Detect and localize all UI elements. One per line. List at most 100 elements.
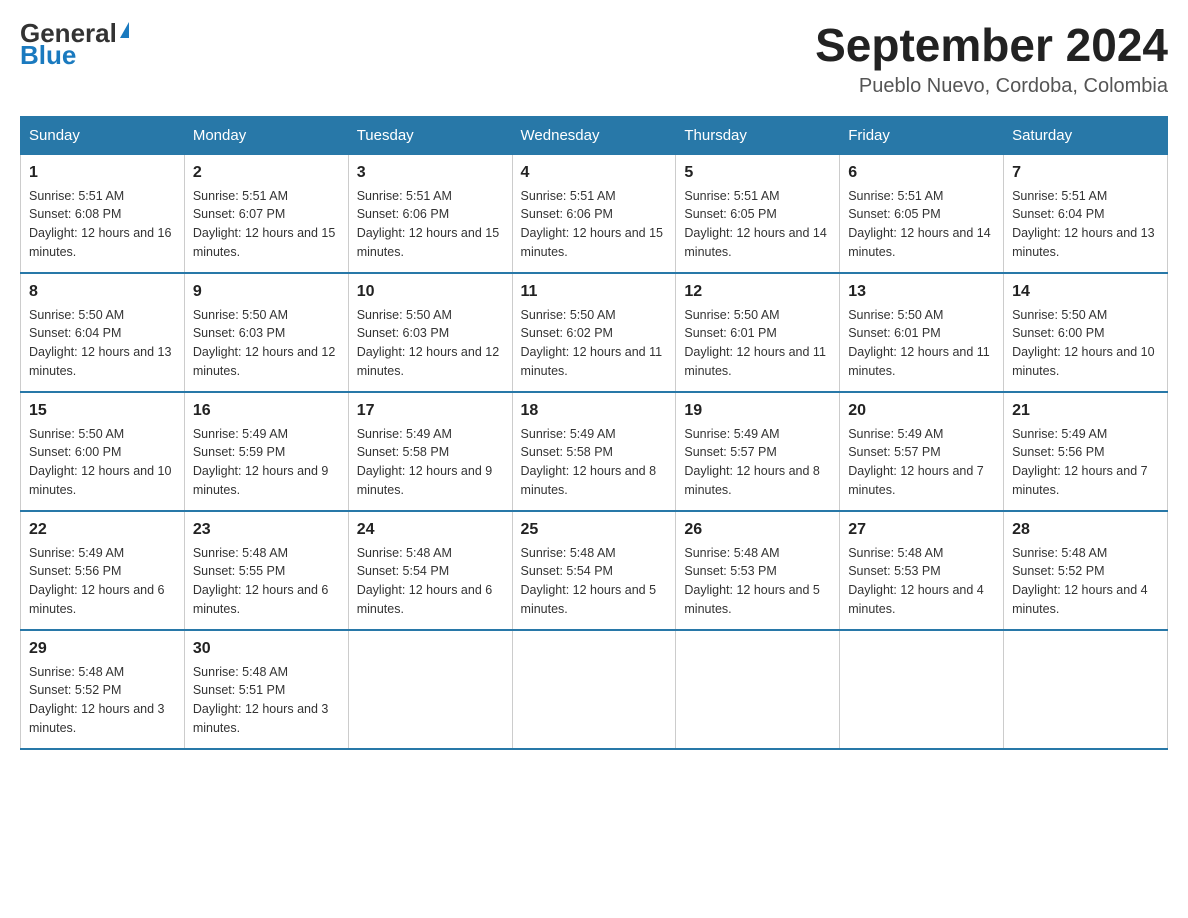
sunrise-text: Sunrise: 5:51 AM xyxy=(684,189,779,203)
sunset-text: Sunset: 5:53 PM xyxy=(848,564,940,578)
calendar-cell xyxy=(512,630,676,749)
day-number: 6 xyxy=(848,161,995,185)
day-number: 1 xyxy=(29,161,176,185)
day-number: 27 xyxy=(848,518,995,542)
sunset-text: Sunset: 5:57 PM xyxy=(684,445,776,459)
logo-blue-text: Blue xyxy=(20,42,129,68)
calendar-cell: 9Sunrise: 5:50 AMSunset: 6:03 PMDaylight… xyxy=(184,273,348,392)
calendar-cell: 27Sunrise: 5:48 AMSunset: 5:53 PMDayligh… xyxy=(840,511,1004,630)
header-sunday: Sunday xyxy=(21,116,185,154)
calendar-cell: 19Sunrise: 5:49 AMSunset: 5:57 PMDayligh… xyxy=(676,392,840,511)
sunset-text: Sunset: 6:02 PM xyxy=(521,326,613,340)
calendar-cell: 26Sunrise: 5:48 AMSunset: 5:53 PMDayligh… xyxy=(676,511,840,630)
sunset-text: Sunset: 6:05 PM xyxy=(684,207,776,221)
day-number: 29 xyxy=(29,637,176,661)
sunrise-text: Sunrise: 5:50 AM xyxy=(357,308,452,322)
calendar-body: 1 Sunrise: 5:51 AM Sunset: 6:08 PM Daylight… xyxy=(21,154,1168,749)
day-number: 9 xyxy=(193,280,340,304)
week-row: 15Sunrise: 5:50 AMSunset: 6:00 PMDayligh… xyxy=(21,392,1168,511)
week-row: 8Sunrise: 5:50 AMSunset: 6:04 PMDaylight… xyxy=(21,273,1168,392)
sunset-text: Sunset: 6:03 PM xyxy=(357,326,449,340)
daylight-text: Daylight: 12 hours and 9 minutes. xyxy=(357,464,493,497)
calendar-cell: 3Sunrise: 5:51 AMSunset: 6:06 PMDaylight… xyxy=(348,154,512,273)
daylight-text: Daylight: 12 hours and 9 minutes. xyxy=(193,464,329,497)
sunset-text: Sunset: 6:01 PM xyxy=(848,326,940,340)
day-number: 12 xyxy=(684,280,831,304)
daylight-text: Daylight: 12 hours and 15 minutes. xyxy=(357,226,499,259)
header-saturday: Saturday xyxy=(1004,116,1168,154)
calendar-cell: 15Sunrise: 5:50 AMSunset: 6:00 PMDayligh… xyxy=(21,392,185,511)
daylight-text: Daylight: 12 hours and 10 minutes. xyxy=(29,464,171,497)
calendar-cell: 12 Sunrise: 5:50 AM Sunset: 6:01 PM Dayligh… xyxy=(676,273,840,392)
daylight-text: Daylight: 12 hours and 12 minutes. xyxy=(193,345,335,378)
sunset-text: Sunset: 5:57 PM xyxy=(848,445,940,459)
daylight-text: Daylight: 12 hours and 7 minutes. xyxy=(848,464,984,497)
sunset-text: Sunset: 5:56 PM xyxy=(29,564,121,578)
sunrise-text: Sunrise: 5:48 AM xyxy=(357,546,452,560)
day-number: 13 xyxy=(848,280,995,304)
sunrise-text: Sunrise: 5:48 AM xyxy=(29,665,124,679)
calendar-cell: 2Sunrise: 5:51 AMSunset: 6:07 PMDaylight… xyxy=(184,154,348,273)
sunset-text: Sunset: 6:06 PM xyxy=(521,207,613,221)
calendar-cell: 11Sunrise: 5:50 AMSunset: 6:02 PMDayligh… xyxy=(512,273,676,392)
sunrise-text: Sunrise: 5:48 AM xyxy=(684,546,779,560)
calendar-cell: 14Sunrise: 5:50 AMSunset: 6:00 PMDayligh… xyxy=(1004,273,1168,392)
day-number: 23 xyxy=(193,518,340,542)
sunrise-text: Sunrise: 5:49 AM xyxy=(521,427,616,441)
sunrise-text: Sunrise: 5:51 AM xyxy=(1012,189,1107,203)
calendar-cell: 22Sunrise: 5:49 AMSunset: 5:56 PMDayligh… xyxy=(21,511,185,630)
daylight-text: Daylight: 12 hours and 10 minutes. xyxy=(1012,345,1154,378)
day-number: 28 xyxy=(1012,518,1159,542)
calendar-cell: 17Sunrise: 5:49 AMSunset: 5:58 PMDayligh… xyxy=(348,392,512,511)
calendar-cell: 5Sunrise: 5:51 AMSunset: 6:05 PMDaylight… xyxy=(676,154,840,273)
day-number: 5 xyxy=(684,161,831,185)
daylight-text: Daylight: 12 hours and 11 minutes. xyxy=(684,345,826,378)
calendar-cell: 29Sunrise: 5:48 AMSunset: 5:52 PMDayligh… xyxy=(21,630,185,749)
sunset-text: Sunset: 5:52 PM xyxy=(1012,564,1104,578)
sunset-text: Sunset: 6:01 PM xyxy=(684,326,776,340)
sunset-text: Sunset: 5:58 PM xyxy=(521,445,613,459)
sunset-text: Sunset: 5:54 PM xyxy=(357,564,449,578)
sunrise-text: Sunrise: 5:48 AM xyxy=(193,665,288,679)
sunset-text: Sunset: 6:06 PM xyxy=(357,207,449,221)
sunset-text: Sunset: 6:04 PM xyxy=(1012,207,1104,221)
daylight-text: Daylight: 12 hours and 6 minutes. xyxy=(193,583,329,616)
daylight-text: Daylight: 12 hours and 6 minutes. xyxy=(29,583,165,616)
sunset-text: Sunset: 6:07 PM xyxy=(193,207,285,221)
location-subtitle: Pueblo Nuevo, Cordoba, Colombia xyxy=(815,75,1168,98)
sunrise-text: Sunrise: 5:51 AM xyxy=(357,189,452,203)
calendar-cell xyxy=(676,630,840,749)
daylight-text: Daylight: 12 hours and 14 minutes. xyxy=(848,226,990,259)
header-monday: Monday xyxy=(184,116,348,154)
logo-triangle-icon xyxy=(120,22,129,38)
sunrise-text: Sunrise: 5:50 AM xyxy=(29,308,124,322)
sunrise-text: Sunrise: 5:49 AM xyxy=(29,546,124,560)
day-number: 25 xyxy=(521,518,668,542)
sunset-text: Sunset: 5:53 PM xyxy=(684,564,776,578)
sunrise-text: Sunrise: 5:48 AM xyxy=(193,546,288,560)
sunrise-text: Sunrise: 5:51 AM xyxy=(193,189,288,203)
calendar-cell: 6 Sunrise: 5:51 AM Sunset: 6:05 PM Daylight… xyxy=(840,154,1004,273)
daylight-text: Daylight: 12 hours and 15 minutes. xyxy=(521,226,663,259)
sunset-text: Sunset: 5:58 PM xyxy=(357,445,449,459)
sunrise-text: Sunrise: 5:49 AM xyxy=(1012,427,1107,441)
day-number: 4 xyxy=(521,161,668,185)
daylight-text: Daylight: 12 hours and 13 minutes. xyxy=(29,345,171,378)
daylight-text: Daylight: 12 hours and 11 minutes. xyxy=(521,345,663,378)
sunrise-text: Sunrise: 5:50 AM xyxy=(1012,308,1107,322)
sunrise-text: Sunrise: 5:49 AM xyxy=(684,427,779,441)
calendar-cell xyxy=(348,630,512,749)
day-number: 20 xyxy=(848,399,995,423)
header-tuesday: Tuesday xyxy=(348,116,512,154)
day-number: 11 xyxy=(521,280,668,304)
sunrise-text: Sunrise: 5:50 AM xyxy=(684,308,779,322)
sunrise-text: Sunrise: 5:50 AM xyxy=(193,308,288,322)
sunrise-text: Sunrise: 5:51 AM xyxy=(848,189,943,203)
day-number: 16 xyxy=(193,399,340,423)
sunset-text: Sunset: 5:59 PM xyxy=(193,445,285,459)
sunset-text: Sunset: 6:05 PM xyxy=(848,207,940,221)
day-number: 19 xyxy=(684,399,831,423)
calendar-cell xyxy=(1004,630,1168,749)
daylight-text: Daylight: 12 hours and 15 minutes. xyxy=(193,226,335,259)
sunset-text: Sunset: 6:08 PM xyxy=(29,207,121,221)
